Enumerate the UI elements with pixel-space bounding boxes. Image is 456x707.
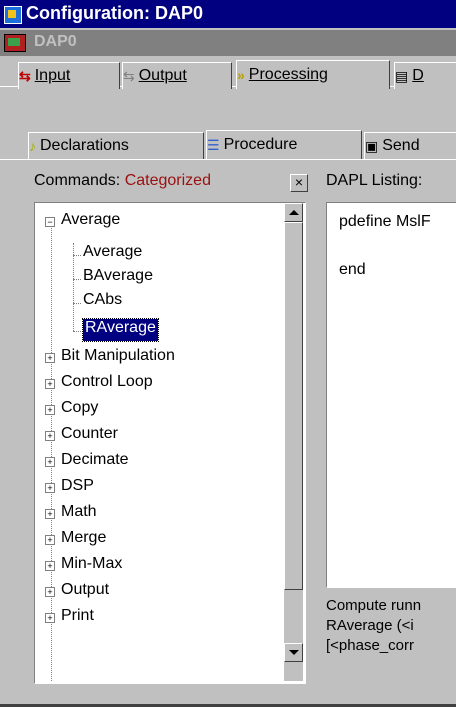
expand-icon[interactable]: + <box>45 509 55 519</box>
commands-header: Commands: Categorized <box>34 172 211 190</box>
command-tree[interactable]: − Average Average BAverage CAbs RAverage… <box>34 202 306 684</box>
tree-node-label: Control Loop <box>61 373 153 390</box>
tab-procedure[interactable]: ☰ Procedure <box>206 130 362 159</box>
tab-output-label: Output <box>138 67 187 84</box>
tree-node-label: DSP <box>61 477 94 494</box>
expand-icon[interactable]: + <box>45 613 55 623</box>
expand-icon[interactable]: + <box>45 379 55 389</box>
scroll-down-button[interactable] <box>284 643 303 662</box>
device-bar: DAP0 <box>0 30 456 56</box>
help-line: [<phase_corr <box>326 637 414 654</box>
device-icon <box>4 34 26 52</box>
tree-node-label: Counter <box>61 425 118 442</box>
arrow-up-icon <box>289 210 299 215</box>
output-icon: ⇆ <box>123 67 135 84</box>
tree-leaf-label: RAverage <box>85 319 156 336</box>
expand-icon[interactable]: + <box>45 405 55 415</box>
scroll-up-button[interactable] <box>284 203 303 222</box>
collapse-icon[interactable]: − <box>45 217 55 227</box>
scroll-thumb[interactable] <box>284 222 303 590</box>
tree-node-label: Print <box>61 607 94 624</box>
tree-scrollbar[interactable] <box>284 203 303 681</box>
arrow-down-icon <box>289 650 299 655</box>
close-icon: × <box>294 174 304 190</box>
tree-leaf-raverage[interactable]: RAverage <box>82 318 159 342</box>
window-title: Configuration: DAP0 <box>26 3 203 23</box>
tree-leaf-label: Average <box>83 243 143 260</box>
document-icon: ▤ <box>395 67 409 84</box>
declarations-icon: ♪ <box>29 138 36 154</box>
tree-node-label: Merge <box>61 529 107 546</box>
tree-leaf-baverage[interactable]: BAverage <box>83 267 153 291</box>
processing-icon: » <box>237 67 245 83</box>
close-pane-button[interactable]: × <box>290 174 308 192</box>
tab-declarations-label: Declarations <box>40 137 129 154</box>
expand-icon[interactable]: + <box>45 431 55 441</box>
listing-line: end <box>339 261 366 278</box>
help-line: RAverage (<i <box>326 617 414 634</box>
tab-send[interactable]: ▣ Send <box>364 132 456 159</box>
tab-d[interactable]: ▤ D <box>394 62 456 89</box>
tab-send-label: Send <box>382 137 420 154</box>
tab-declarations[interactable]: ♪ Declarations <box>28 132 204 159</box>
tree-node-label: Copy <box>61 399 99 416</box>
tree-node-label: Output <box>61 581 110 598</box>
input-icon: ⇆ <box>19 67 31 84</box>
command-help: Compute runn RAverage (<i [<phase_corr <box>326 596 456 682</box>
expand-icon[interactable]: + <box>45 561 55 571</box>
expand-icon[interactable]: + <box>45 483 55 493</box>
tab-procedure-label: Procedure <box>223 136 298 153</box>
tab-output[interactable]: ⇆ Output <box>122 62 232 89</box>
commands-label: Commands: <box>34 172 121 189</box>
tab-d-label: D <box>412 67 424 84</box>
tab-input-label: Input <box>34 67 71 84</box>
expand-icon[interactable]: + <box>45 535 55 545</box>
tree-leaf-label: CAbs <box>83 291 123 308</box>
commands-mode[interactable]: Categorized <box>125 172 211 189</box>
help-line: Compute runn <box>326 597 422 614</box>
tab-processing[interactable]: » Processing <box>236 60 390 89</box>
listing-line: pdefine MslF <box>339 213 431 230</box>
expand-icon[interactable]: + <box>45 353 55 363</box>
tree-leaf-label: BAverage <box>83 267 153 284</box>
app-icon <box>4 6 22 24</box>
expand-icon[interactable]: + <box>45 457 55 467</box>
title-bar: Configuration: DAP0 <box>0 0 456 28</box>
tree-leaf-average[interactable]: Average <box>83 243 142 267</box>
tree-node-label: Average <box>61 211 121 228</box>
expand-icon[interactable]: + <box>45 587 55 597</box>
dapl-listing[interactable]: pdefine MslF end <box>326 202 456 588</box>
tab-processing-label: Processing <box>248 66 328 83</box>
tree-node-label: Decimate <box>61 451 129 468</box>
tree-node-label: Min-Max <box>61 555 123 572</box>
tree-node-label: Bit Manipulation <box>61 347 175 364</box>
tab-input[interactable]: ⇆ Input <box>18 62 120 89</box>
procedure-icon: ☰ <box>207 136 220 153</box>
tree-leaf-cabs[interactable]: CAbs <box>83 291 122 315</box>
send-icon: ▣ <box>365 137 379 154</box>
tree-node-label: Math <box>61 503 97 520</box>
listing-label: DAPL Listing: <box>326 172 423 189</box>
device-name: DAP0 <box>34 33 77 50</box>
